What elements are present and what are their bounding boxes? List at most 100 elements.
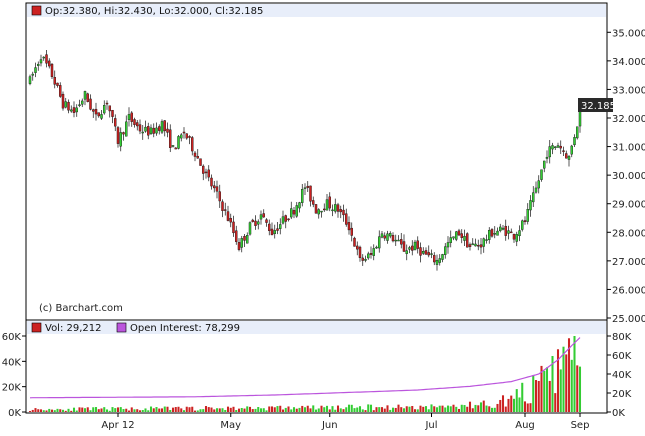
candle-body	[485, 239, 488, 241]
volume-bar	[180, 408, 183, 412]
candle-body	[510, 231, 513, 234]
candle-body	[369, 253, 373, 255]
volume-right-tick-label: 60K	[612, 351, 632, 362]
volume-bar	[534, 380, 538, 412]
candle-body	[287, 218, 290, 221]
volume-bar	[59, 409, 62, 412]
volume-bar	[490, 407, 494, 412]
volume-bar	[386, 405, 389, 412]
candle-body	[518, 230, 521, 237]
candle-body	[130, 112, 133, 122]
price-y-tick-label: 28.000	[612, 228, 645, 239]
candle-body	[248, 222, 252, 235]
volume-left-tick-label: 60K	[2, 332, 22, 343]
volume-bar	[42, 410, 45, 412]
candle-body	[144, 126, 147, 132]
candle-body	[290, 208, 293, 218]
candle-body	[155, 127, 158, 134]
candle-body	[361, 257, 364, 261]
price-legend-text: Op:32.380, Hi:32.430, Lo:32.000, Cl:32.1…	[45, 6, 263, 17]
volume-bar	[174, 407, 177, 412]
candle-body	[301, 189, 304, 203]
candle-body	[243, 235, 246, 241]
candle-body	[251, 219, 254, 222]
volume-bar	[193, 410, 197, 412]
volume-bar	[133, 409, 136, 412]
volume-bar	[545, 367, 549, 412]
candle-body	[174, 147, 177, 150]
candle-body	[67, 101, 70, 111]
candle-body	[158, 126, 161, 131]
candle-body	[375, 246, 378, 249]
candle-body	[111, 109, 114, 117]
volume-bar	[320, 405, 323, 412]
candle-body	[237, 242, 241, 250]
volume-bar	[449, 406, 452, 412]
volume-bar	[210, 407, 213, 412]
candle-body	[347, 222, 351, 231]
candle-body	[433, 255, 436, 263]
volume-bar	[394, 407, 397, 412]
candle-body	[565, 153, 568, 159]
candle-body	[171, 145, 175, 147]
volume-bar	[136, 409, 139, 412]
candle-body	[320, 210, 323, 213]
volume-bar	[521, 382, 524, 412]
price-y-tick-label: 29.000	[612, 200, 645, 211]
candle-body	[457, 230, 461, 236]
volume-bar	[468, 401, 472, 412]
volume-bar	[345, 407, 348, 412]
volume-bar	[276, 406, 279, 412]
volume-bar	[510, 395, 513, 412]
candle-body	[490, 229, 494, 237]
volume-bar	[334, 409, 337, 412]
candle-body	[92, 109, 95, 112]
candle-body	[94, 108, 98, 115]
candle-body	[504, 225, 507, 236]
volume-right-tick-label: 80K	[612, 332, 632, 343]
volume-bar	[463, 405, 466, 412]
candle-body	[543, 160, 546, 169]
candle-body	[380, 233, 384, 238]
volume-bar	[479, 402, 483, 412]
candle-body	[479, 244, 483, 248]
candle-body	[548, 146, 551, 158]
candle-body	[526, 209, 529, 222]
candle-body	[342, 209, 345, 216]
candle-body	[559, 145, 562, 149]
volume-bar	[482, 400, 485, 412]
volume-bar	[235, 410, 238, 412]
candle-body	[122, 132, 125, 135]
volume-bar	[306, 405, 309, 412]
volume-bar	[438, 405, 441, 412]
candle-body	[512, 233, 516, 240]
candle-body	[240, 238, 243, 248]
candle-body	[207, 169, 210, 178]
candle-body	[56, 82, 59, 86]
candle-body	[75, 107, 78, 113]
volume-legend-bar	[27, 321, 606, 334]
oi-legend-swatch	[116, 322, 127, 333]
volume-bar	[130, 407, 133, 412]
volume-bar	[122, 409, 125, 412]
volume-bar	[402, 408, 406, 412]
candle-body	[28, 76, 32, 84]
volume-bar	[529, 403, 532, 412]
candle-body	[141, 131, 144, 134]
candle-body	[573, 137, 576, 146]
price-y-tick-label: 33.000	[612, 85, 645, 96]
volume-bar	[155, 407, 158, 412]
price-y-tick-label: 32.000	[612, 114, 645, 125]
volume-right-tick-label: 20K	[612, 389, 632, 400]
volume-bar	[215, 408, 219, 412]
candle-body	[501, 227, 505, 230]
volume-bar	[559, 369, 562, 412]
candle-body	[50, 63, 54, 78]
volume-bar	[430, 404, 433, 412]
volume-bar	[268, 406, 271, 412]
candle-body	[191, 137, 194, 152]
candle-body	[386, 233, 389, 241]
candle-body	[221, 201, 224, 211]
x-tick-label: Aug	[515, 420, 535, 431]
volume-bar	[61, 409, 65, 412]
